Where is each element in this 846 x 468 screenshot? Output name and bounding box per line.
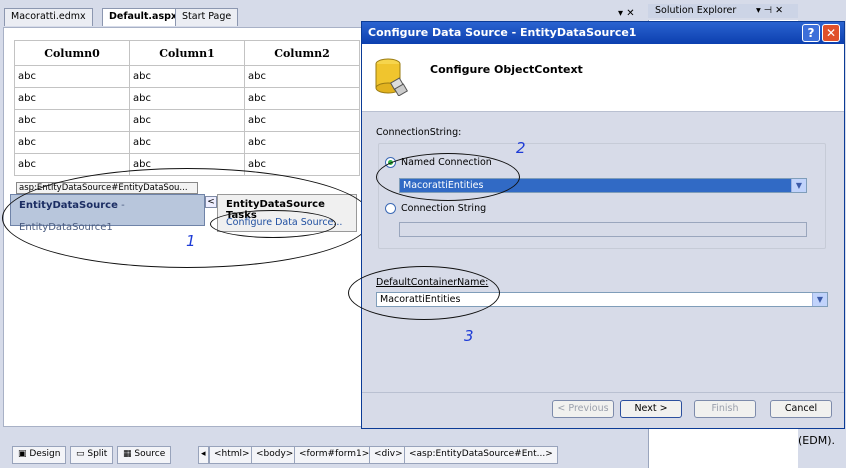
status-bar: ▣ Design ▭ Split ▦ Source ◂ <html> <body… (0, 430, 646, 468)
database-icon (375, 58, 408, 96)
crumb-entitydatasource[interactable]: <asp:EntityDataSource#Ent...> (404, 446, 558, 464)
connection-string-heading: ConnectionString: (376, 127, 462, 138)
table-cell: abc (14, 131, 130, 154)
dialog-header: Configure ObjectContext (362, 44, 844, 112)
crumb-scroll-left[interactable]: ◂ (198, 446, 209, 464)
configure-data-source-dialog: Configure Data Source - EntityDataSource… (361, 21, 845, 429)
table-cell: abc (244, 87, 360, 110)
document-tabs: Macoratti.edmx Default.aspx Start Page (0, 8, 360, 26)
table-cell: abc (244, 109, 360, 132)
tab-well-controls[interactable]: ▾ ✕ (618, 8, 635, 19)
tab-default-aspx[interactable]: Default.aspx (102, 8, 185, 26)
design-label: Design (29, 449, 61, 459)
table-cell: abc (129, 65, 245, 88)
background-text: (EDM). (798, 434, 835, 447)
table-cell: abc (244, 65, 360, 88)
column-header: Column1 (129, 40, 245, 66)
table-cell: abc (14, 109, 130, 132)
chevron-down-icon[interactable]: ▼ (812, 293, 827, 306)
dialog-heading: Configure ObjectContext (430, 63, 583, 76)
solution-explorer-title: Solution Explorer ▾ ⊣ ✕ (648, 4, 798, 18)
annotation-ellipse-link (210, 210, 336, 238)
annotation-number-3: 3 (464, 327, 474, 345)
gridview: Column0 Column1 Column2 abc abc abc abc … (14, 40, 360, 176)
table-cell: abc (14, 87, 130, 110)
table-cell: abc (129, 109, 245, 132)
chevron-down-icon[interactable]: ▼ (791, 179, 806, 192)
connection-string-radio[interactable] (385, 203, 396, 214)
crumb-form[interactable]: <form#form1> (294, 446, 375, 464)
table-cell: abc (129, 87, 245, 110)
split-icon: ▭ (76, 449, 88, 459)
split-label: Split (87, 449, 108, 459)
column-header: Column2 (244, 40, 360, 66)
design-icon: ▣ (18, 449, 30, 459)
dialog-separator (362, 392, 844, 393)
annotation-number-2: 2 (516, 139, 526, 157)
crumb-div[interactable]: <div> (369, 446, 408, 464)
crumb-html[interactable]: <html> (209, 446, 255, 464)
solution-explorer-controls[interactable]: ▾ ⊣ ✕ (756, 4, 783, 18)
help-button[interactable]: ? (802, 24, 820, 42)
connection-string-label: Connection String (401, 203, 487, 214)
finish-button[interactable]: Finish (694, 400, 756, 418)
split-view-tab[interactable]: ▭ Split (70, 446, 114, 464)
previous-button[interactable]: < Previous (552, 400, 614, 418)
next-button[interactable]: Next > (620, 400, 682, 418)
table-row: abc abc abc (14, 87, 360, 110)
cancel-button[interactable]: Cancel (770, 400, 832, 418)
annotation-ellipse-3 (348, 266, 500, 320)
column-header: Column0 (14, 40, 130, 66)
tab-start-page[interactable]: Start Page (175, 8, 239, 26)
table-row: abc abc abc (14, 109, 360, 132)
close-button[interactable]: ✕ (822, 24, 840, 42)
source-view-tab[interactable]: ▦ Source (117, 446, 172, 464)
tab-macoratti-edmx[interactable]: Macoratti.edmx (4, 8, 93, 26)
solution-explorer-label: Solution Explorer (655, 5, 737, 16)
table-row: abc abc abc (14, 131, 360, 154)
source-icon: ▦ (123, 449, 135, 459)
table-cell: abc (129, 131, 245, 154)
annotation-ellipse-2 (376, 153, 520, 201)
source-label: Source (134, 449, 166, 459)
design-view-tab[interactable]: ▣ Design (12, 446, 67, 464)
connection-string-input[interactable] (399, 222, 807, 237)
table-row: abc abc abc (14, 65, 360, 88)
dialog-title: Configure Data Source - EntityDataSource… (362, 22, 844, 44)
table-cell: abc (14, 65, 130, 88)
crumb-body[interactable]: <body> (251, 446, 299, 464)
annotation-number-1: 1 (186, 232, 196, 250)
table-cell: abc (244, 131, 360, 154)
